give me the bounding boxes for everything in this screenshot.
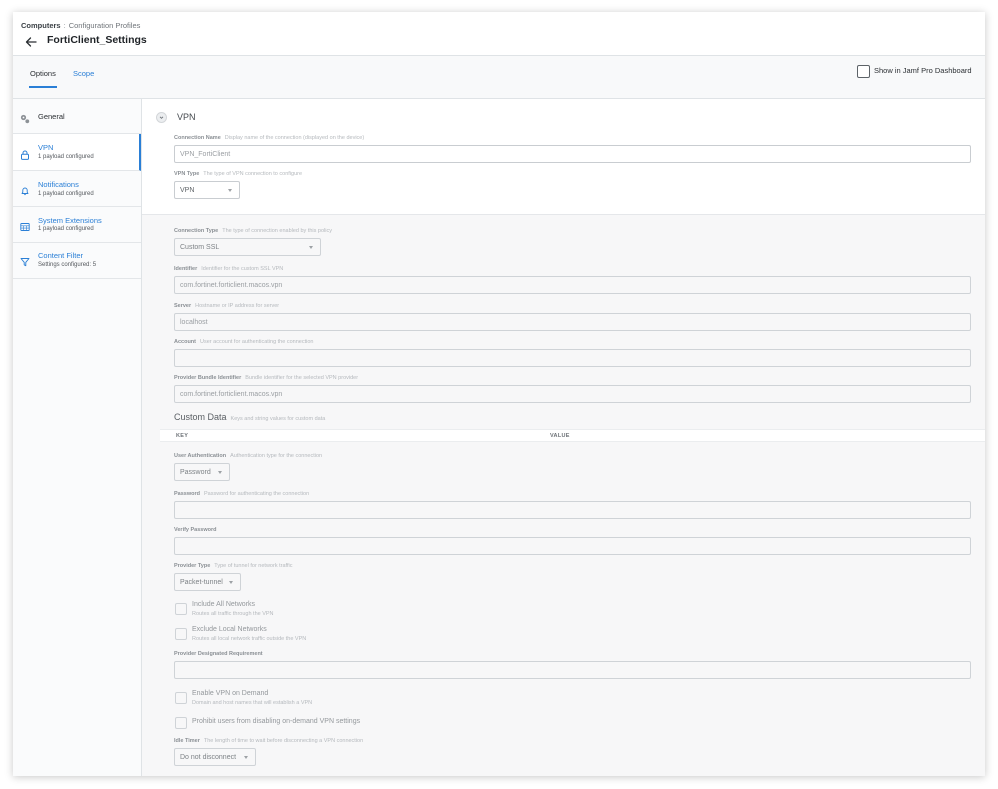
vpn-type-label: VPN Type The type of VPN connection to co… xyxy=(174,171,303,177)
enable-vpn-on-demand-description: Domain and host names that will establis… xyxy=(192,700,313,706)
sidebar-item-label: System Extensions xyxy=(38,216,102,225)
server-label: Server Hostname or IP address for server xyxy=(174,303,280,309)
designated-requirement-input[interactable] xyxy=(174,661,971,679)
provider-bundle-input[interactable]: com.fortinet.forticlient.macos.vpn xyxy=(174,385,971,403)
identifier-input[interactable]: com.fortinet.forticlient.macos.vpn xyxy=(174,276,971,294)
bell-icon xyxy=(20,183,30,196)
user-auth-select[interactable]: Password xyxy=(174,463,230,481)
prohibit-disabling-on-demand-label: Prohibit users from disabling on-demand … xyxy=(192,718,361,725)
sidebar-item-content-filter[interactable]: Content Filter Settings configured: 5 xyxy=(13,243,141,279)
tab-bar: Options Scope Show in Jamf Pro Dashboard xyxy=(13,55,985,99)
tab-options[interactable]: Options xyxy=(29,68,57,88)
sidebar-item-label: VPN xyxy=(38,143,54,152)
account-input[interactable] xyxy=(174,349,971,367)
custom-data-table-header: KEY VALUE xyxy=(160,429,985,442)
password-label: Password Password for authenticating the … xyxy=(174,491,310,497)
tab-scope[interactable]: Scope xyxy=(73,68,94,88)
sidebar-item-sublabel: 1 payload configured xyxy=(38,191,94,197)
filter-icon xyxy=(20,254,30,267)
breadcrumb-configuration-profiles[interactable]: Configuration Profiles xyxy=(69,21,141,30)
vpn-payload-panel: VPN Connection Name Display name of the c… xyxy=(142,99,985,776)
prohibit-disabling-on-demand-checkbox[interactable] xyxy=(175,717,187,729)
sidebar-item-sublabel: 1 payload configured xyxy=(38,154,94,160)
provider-type-label: Provider Type Type of tunnel for network … xyxy=(174,563,293,569)
identifier-label: Identifier Identifier for the custom SSL … xyxy=(174,266,284,272)
show-in-dashboard-label: Show in Jamf Pro Dashboard xyxy=(874,66,972,75)
sidebar-item-label: Content Filter xyxy=(38,251,84,260)
vpn-type-select[interactable]: VPN xyxy=(174,181,240,199)
gears-icon xyxy=(20,111,30,124)
idle-timer-label: Idle Timer The length of time to wait bef… xyxy=(174,738,364,744)
key-column-header: KEY xyxy=(176,433,189,439)
exclude-local-networks-label: Exclude Local Networks xyxy=(192,626,267,633)
chevron-down-icon xyxy=(218,471,222,474)
show-in-dashboard-checkbox[interactable] xyxy=(857,65,870,78)
exclude-local-networks-checkbox[interactable] xyxy=(175,628,187,640)
extension-grid-icon xyxy=(20,219,30,231)
account-label: Account User account for authenticating t… xyxy=(174,339,314,345)
password-input[interactable] xyxy=(174,501,971,519)
connection-name-input[interactable]: VPN_FortiClient xyxy=(174,145,971,163)
breadcrumb-separator: : xyxy=(63,21,66,30)
payload-sidebar: General VPN 1 payload configured Notific… xyxy=(13,99,142,776)
enable-vpn-on-demand-label: Enable VPN on Demand xyxy=(192,690,269,697)
enable-vpn-on-demand-checkbox[interactable] xyxy=(175,692,187,704)
user-auth-label: User Authentication Authentication type f… xyxy=(174,453,323,459)
include-all-networks-description: Routes all traffic through the VPN xyxy=(192,611,274,617)
breadcrumb-computers[interactable]: Computers xyxy=(21,21,61,30)
sidebar-item-label: Notifications xyxy=(38,180,79,189)
connection-type-label: Connection Type The type of connection en… xyxy=(174,228,332,234)
exclude-local-networks-description: Routes all local network traffic outside… xyxy=(192,636,307,642)
provider-type-select[interactable]: Packet-tunnel xyxy=(174,573,241,591)
back-arrow-icon[interactable] xyxy=(25,34,39,47)
sidebar-item-system-extensions[interactable]: System Extensions 1 payload configured xyxy=(13,207,141,243)
section-title-vpn: VPN xyxy=(177,112,196,122)
designated-requirement-label: Provider Designated Requirement xyxy=(174,651,263,657)
chevron-down-icon xyxy=(228,189,232,192)
sidebar-item-sublabel: 1 payload configured xyxy=(38,226,94,232)
include-all-networks-checkbox[interactable] xyxy=(175,603,187,615)
verify-password-label: Verify Password xyxy=(174,527,217,533)
value-column-header: VALUE xyxy=(550,433,570,439)
custom-data-title: Custom Data Keys and string values for cu… xyxy=(174,412,326,422)
lock-icon xyxy=(20,147,30,160)
connection-name-label: Connection Name Display name of the conne… xyxy=(174,135,365,141)
sidebar-item-sublabel: Settings configured: 5 xyxy=(38,262,97,268)
collapse-chevron-icon[interactable] xyxy=(156,112,167,123)
breadcrumb: Computers: Configuration Profiles xyxy=(21,21,140,30)
vpn-basic-section: VPN Connection Name Display name of the c… xyxy=(142,99,985,215)
provider-bundle-label: Provider Bundle Identifier Bundle identif… xyxy=(174,375,359,381)
server-input[interactable]: localhost xyxy=(174,313,971,331)
sidebar-item-notifications[interactable]: Notifications 1 payload configured xyxy=(13,171,141,207)
sidebar-item-label: General xyxy=(38,112,65,121)
sidebar-item-general[interactable]: General xyxy=(13,99,141,134)
chevron-down-icon xyxy=(244,756,248,759)
verify-password-input[interactable] xyxy=(174,537,971,555)
chevron-down-icon xyxy=(229,581,233,584)
app-window: Computers: Configuration Profiles FortiCl… xyxy=(13,12,985,776)
idle-timer-select[interactable]: Do not disconnect xyxy=(174,748,256,766)
include-all-networks-label: Include All Networks xyxy=(192,601,256,608)
connection-type-select[interactable]: Custom SSL xyxy=(174,238,321,256)
chevron-down-icon xyxy=(309,246,313,249)
sidebar-item-vpn[interactable]: VPN 1 payload configured xyxy=(13,134,141,171)
page-title: FortiClient_Settings xyxy=(47,34,147,46)
page-header: Computers: Configuration Profiles FortiCl… xyxy=(13,12,985,55)
